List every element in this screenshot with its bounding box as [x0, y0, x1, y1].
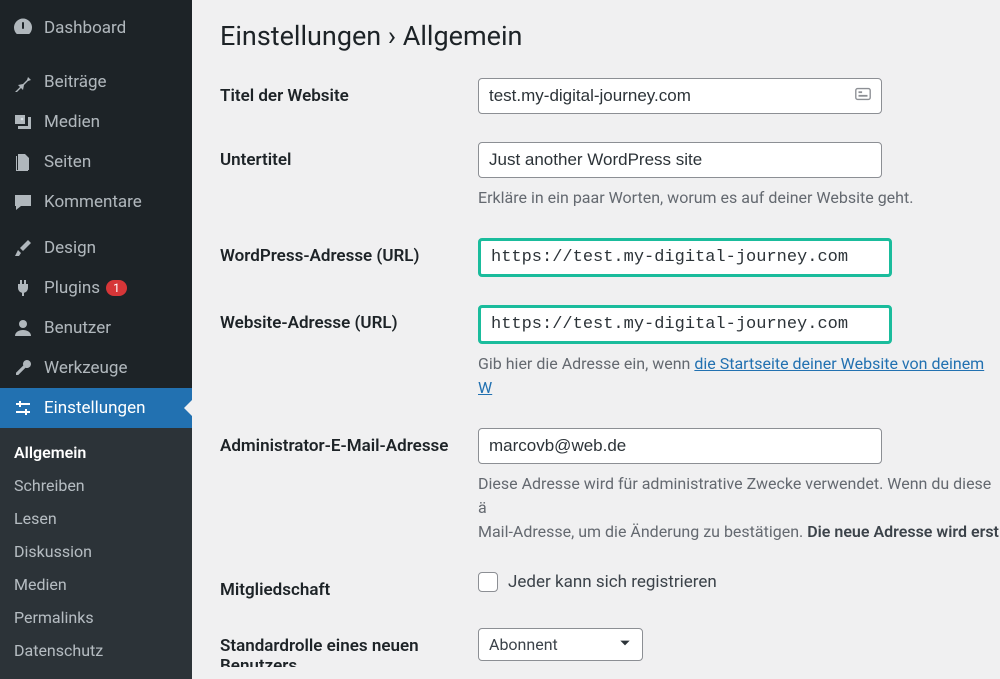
- dashboard-icon: [12, 17, 34, 39]
- user-icon: [12, 317, 34, 339]
- update-badge: 1: [106, 280, 127, 296]
- sidebar-item-settings[interactable]: Einstellungen: [0, 388, 192, 428]
- pin-icon: [12, 71, 34, 93]
- site-title-label: Titel der Website: [220, 78, 478, 106]
- sidebar-item-label: Kommentare: [44, 192, 142, 212]
- siteurl-input[interactable]: [478, 305, 892, 344]
- autofill-icon: [854, 85, 872, 107]
- default-role-select[interactable]: Abonnent: [478, 628, 643, 661]
- admin-email-input[interactable]: [478, 428, 882, 464]
- chevron-down-icon: [618, 635, 632, 654]
- tagline-input[interactable]: [478, 142, 882, 178]
- siteurl-label: Website-Adresse (URL): [220, 305, 478, 333]
- membership-option-label: Jeder kann sich registrieren: [508, 572, 717, 592]
- sidebar-item-media[interactable]: Medien: [0, 102, 192, 142]
- sidebar-item-design[interactable]: Design: [0, 228, 192, 268]
- site-title-input[interactable]: [478, 78, 882, 114]
- plug-icon: [12, 277, 34, 299]
- sidebar-item-label: Dashboard: [44, 18, 126, 38]
- submenu-item-writing[interactable]: Schreiben: [0, 469, 192, 502]
- sidebar-item-label: Plugins: [44, 278, 100, 298]
- sidebar-item-comments[interactable]: Kommentare: [0, 182, 192, 222]
- sidebar-item-label: Benutzer: [44, 318, 111, 338]
- sidebar-item-posts[interactable]: Beiträge: [0, 62, 192, 102]
- sidebar-item-label: Werkzeuge: [44, 358, 127, 378]
- main-content: Einstellungen › Allgemein Titel der Webs…: [192, 0, 1000, 667]
- sidebar-item-label: Seiten: [44, 152, 91, 172]
- tagline-description: Erkläre in ein paar Worten, worum es auf…: [478, 186, 1000, 210]
- sidebar-item-label: Einstellungen: [44, 398, 146, 418]
- submenu-item-privacy[interactable]: Datenschutz: [0, 634, 192, 667]
- wpurl-label: WordPress-Adresse (URL): [220, 238, 478, 266]
- sidebar-item-label: Design: [44, 238, 96, 258]
- sidebar-item-plugins[interactable]: Plugins 1: [0, 268, 192, 308]
- comments-icon: [12, 191, 34, 213]
- media-icon: [12, 111, 34, 133]
- submenu-item-permalinks[interactable]: Permalinks: [0, 601, 192, 634]
- sidebar-item-users[interactable]: Benutzer: [0, 308, 192, 348]
- admin-sidebar: Dashboard Beiträge Medien Seiten: [0, 0, 192, 667]
- sliders-icon: [12, 397, 34, 419]
- settings-submenu: Allgemein Schreiben Lesen Diskussion Med…: [0, 428, 192, 679]
- sidebar-item-pages[interactable]: Seiten: [0, 142, 192, 182]
- admin-email-label: Administrator-E-Mail-Adresse: [220, 428, 478, 456]
- sidebar-item-dashboard[interactable]: Dashboard: [0, 8, 192, 48]
- submenu-item-media[interactable]: Medien: [0, 568, 192, 601]
- pages-icon: [12, 151, 34, 173]
- siteurl-description: Gib hier die Adresse ein, wenn die Start…: [478, 352, 1000, 400]
- submenu-item-reading[interactable]: Lesen: [0, 502, 192, 535]
- wrench-icon: [12, 357, 34, 379]
- page-title: Einstellungen › Allgemein: [220, 20, 1000, 52]
- sidebar-item-label: Beiträge: [44, 72, 107, 92]
- default-role-label: Standardrolle eines neuen Benutzers: [220, 628, 478, 667]
- membership-label: Mitgliedschaft: [220, 572, 478, 600]
- submenu-item-general[interactable]: Allgemein: [0, 436, 192, 469]
- sidebar-item-label: Medien: [44, 112, 100, 132]
- tagline-label: Untertitel: [220, 142, 478, 170]
- select-value: Abonnent: [489, 635, 558, 654]
- sidebar-item-tools[interactable]: Werkzeuge: [0, 348, 192, 388]
- admin-email-description: Diese Adresse wird für administrative Zw…: [478, 472, 1000, 544]
- submenu-item-discussion[interactable]: Diskussion: [0, 535, 192, 568]
- membership-checkbox[interactable]: [478, 572, 498, 592]
- wpurl-input[interactable]: [478, 238, 892, 277]
- brush-icon: [12, 237, 34, 259]
